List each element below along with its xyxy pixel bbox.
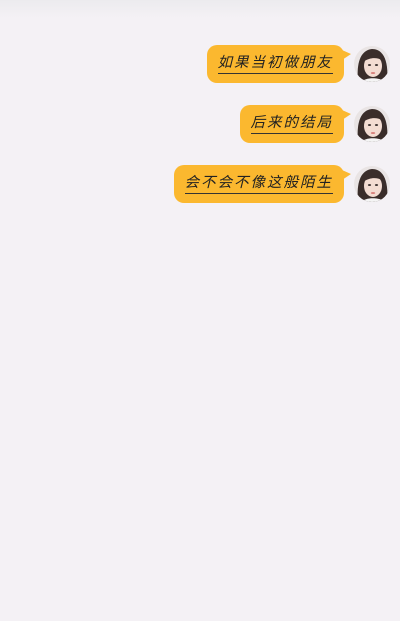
message-text: 后来的结局 [250,115,333,134]
message-text: 会不会不像这般陌生 [184,175,333,194]
user-avatar[interactable] [354,46,390,82]
message-row: 后来的结局 [239,104,390,144]
message-row: 会不会不像这般陌生 [173,164,390,204]
message-row: 如果当初做朋友 [206,44,390,84]
user-avatar[interactable] [354,166,390,202]
message-bubble[interactable]: 会不会不像这般陌生 [173,165,351,203]
user-avatar[interactable] [354,106,390,142]
message-text: 如果当初做朋友 [217,55,333,74]
status-bar [0,0,400,18]
message-bubble[interactable]: 后来的结局 [239,105,351,143]
message-bubble[interactable]: 如果当初做朋友 [206,45,351,83]
